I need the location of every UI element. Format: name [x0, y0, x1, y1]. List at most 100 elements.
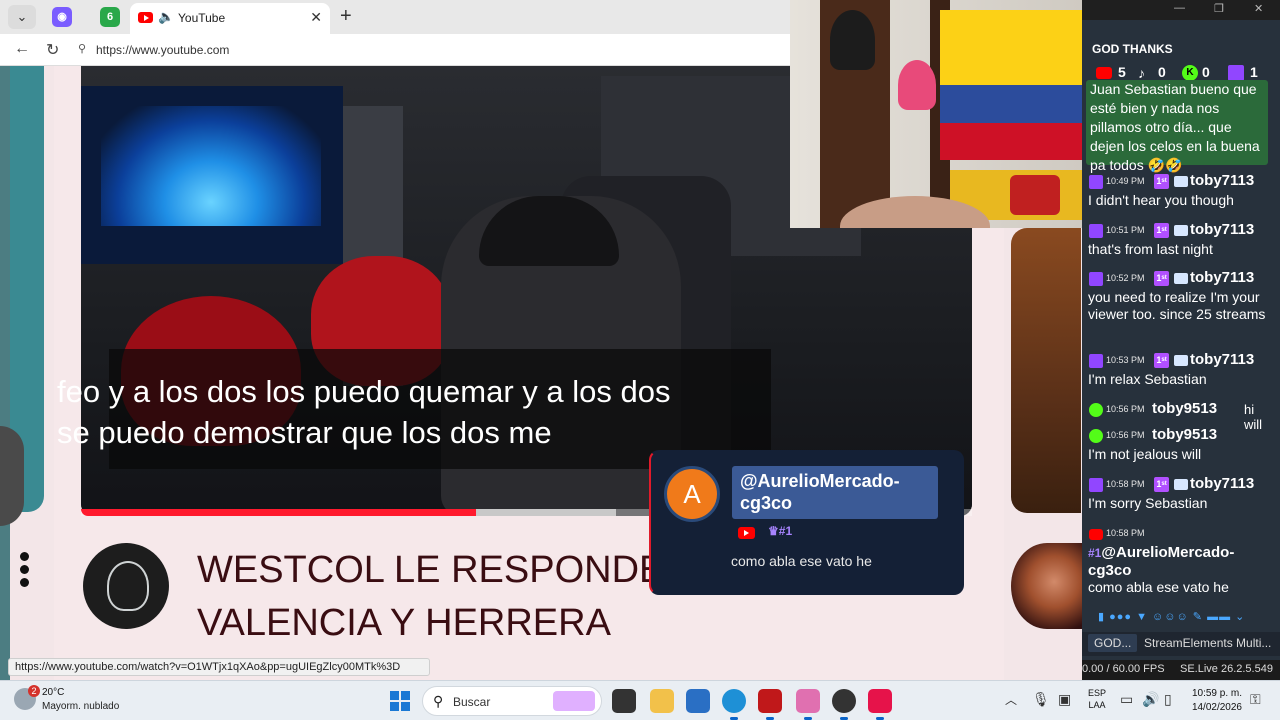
chat-username[interactable]: toby7113	[1190, 172, 1254, 189]
url-field[interactable]: ⚲ https://www.youtube.com	[72, 38, 792, 62]
reload-icon[interactable]: ↻	[46, 40, 59, 60]
chat-message-text: I'm not jealous will	[1088, 446, 1202, 462]
obs-status-bar: 0.00 / 60.00 FPS SE.Live 26.2.5.549	[1082, 660, 1280, 680]
chat-message-text: you need to realize I'm your viewer too.…	[1088, 289, 1266, 322]
capture-icon[interactable]: ▣	[1058, 691, 1071, 708]
new-tab-button[interactable]: +	[340, 5, 352, 28]
speaker-icon[interactable]: 🔈	[158, 9, 174, 25]
tab-pinned-camera[interactable]: ◉	[52, 7, 72, 27]
chat-message-header: 10:51 PM 1ˢᵗ toby7113	[1086, 221, 1268, 241]
member-badge: #1	[1088, 546, 1102, 560]
chat-username[interactable]: toby7113	[1190, 351, 1254, 368]
webcam-black-cap	[830, 10, 875, 70]
kick-count: 0	[1202, 64, 1210, 80]
youtube-icon	[1089, 529, 1103, 540]
previous-avatar[interactable]	[0, 426, 24, 526]
store-icon[interactable]	[686, 689, 710, 713]
maximize-icon[interactable]: ❐	[1214, 2, 1224, 15]
tray-overflow-icon[interactable]: ︿	[1005, 691, 1017, 708]
progress-played[interactable]	[81, 509, 476, 516]
tab-title: YouTube	[178, 11, 226, 25]
battery-icon[interactable]: ▯	[1164, 691, 1172, 708]
edge-icon[interactable]	[722, 689, 746, 720]
brave-icon[interactable]	[758, 689, 782, 720]
chat-header: GOD THANKS	[1092, 42, 1173, 56]
tiktok-live-icon[interactable]	[868, 689, 892, 720]
chat-message-header: 10:52 PM 1ˢᵗ toby7113	[1086, 269, 1268, 289]
crown-badge-icon	[1174, 176, 1188, 187]
chat-message-text: I didn't hear you though	[1088, 192, 1234, 208]
video-fire	[101, 106, 321, 226]
site-info-icon[interactable]: ⚲	[78, 42, 86, 55]
search-placeholder: Buscar	[453, 695, 491, 709]
chat-timestamp: 10:56 PM	[1106, 404, 1145, 414]
chat-timestamp: 10:58 PM	[1106, 479, 1145, 489]
app-icon[interactable]	[796, 689, 820, 720]
chat-message-header: 10:58 PM	[1086, 524, 1268, 544]
next-video-thumbnail[interactable]	[1011, 228, 1081, 513]
language-indicator[interactable]: ESP LAA	[1088, 687, 1106, 711]
chat-username[interactable]: toby7113	[1190, 269, 1254, 286]
weather-badge: 2	[28, 685, 40, 697]
close-icon[interactable]: ✕	[1254, 2, 1263, 15]
search-icon: ⚲	[433, 693, 444, 709]
task-view-icon[interactable]	[612, 689, 636, 713]
tab-pinned-6[interactable]: 6	[100, 7, 120, 27]
channel-avatar[interactable]	[83, 543, 169, 629]
chat-username[interactable]: toby9513	[1152, 400, 1217, 417]
crown-badge-icon	[1174, 225, 1188, 236]
microphone-icon[interactable]: 🎙	[1032, 691, 1050, 708]
file-explorer-icon[interactable]	[650, 689, 674, 713]
highlighted-message-text: Juan Sebastian bueno que esté bien y nad…	[1090, 81, 1260, 173]
clock[interactable]: 10:59 p. m. 14/02/2026	[1186, 687, 1242, 715]
close-icon[interactable]: ✕	[310, 9, 322, 26]
first-badge-icon: 1ˢᵗ	[1154, 353, 1169, 368]
network-icon[interactable]: ▭	[1120, 691, 1133, 708]
chat-timestamp: 10:52 PM	[1106, 273, 1145, 283]
emote-toolbar[interactable]: ▮ ●●● ▼ ☺☺☺ ✎ ▬▬ ⌄	[1098, 610, 1268, 626]
twitch-icon	[1089, 272, 1103, 286]
version-label: SE.Live 26.2.5.549	[1180, 663, 1273, 675]
youtube-icon	[1096, 67, 1112, 79]
fps-readout: 0.00 / 60.00 FPS	[1082, 663, 1165, 675]
dock-tab-streamelements[interactable]: StreamElements Multi...	[1144, 636, 1271, 650]
dock-tab-god[interactable]: GOD...	[1088, 634, 1138, 652]
notifications-icon[interactable]: ⚿	[1250, 691, 1266, 707]
chat-message: 10:51 PM 1ˢᵗ toby7113 that's from last nigh…	[1086, 221, 1268, 258]
weather-description: Mayorm. nublado	[42, 701, 120, 712]
alert-avatar: A	[664, 466, 720, 522]
tab-list-dropdown[interactable]: ⌄	[8, 5, 36, 29]
twitch-icon	[1089, 175, 1103, 189]
first-badge-icon: 1ˢᵗ	[1154, 223, 1169, 238]
video-caption: feo y a los dos los puedo quemar y a los…	[57, 374, 671, 450]
alert-message: como abla ese vato he	[731, 553, 872, 569]
tiktok-count: 0	[1158, 64, 1166, 80]
volume-icon[interactable]: 🔊	[1142, 691, 1159, 708]
chat-timestamp: 10:51 PM	[1106, 225, 1145, 235]
chat-username[interactable]: toby7113	[1190, 221, 1254, 238]
more-options-icon[interactable]	[20, 552, 32, 591]
tiktok-icon: ♪	[1138, 65, 1145, 81]
start-icon[interactable]	[390, 691, 410, 711]
chat-username[interactable]: toby9513	[1152, 426, 1217, 443]
chat-username[interactable]: toby7113	[1190, 475, 1254, 492]
webcam-overlay	[790, 0, 1082, 228]
chat-message-text: that's from last night	[1088, 241, 1213, 257]
left-edge-strip	[0, 66, 10, 680]
first-badge-icon: 1ˢᵗ	[1154, 477, 1169, 492]
tab-youtube[interactable]: 🔈 YouTube ✕	[130, 3, 330, 34]
obs-icon[interactable]	[832, 689, 856, 720]
chat-message-header: 10:58 PM 1ˢᵗ toby7113	[1086, 475, 1268, 495]
next-channel-avatar[interactable]	[1011, 543, 1082, 629]
youtube-count: 5	[1118, 64, 1126, 80]
kick-icon: K	[1182, 65, 1198, 81]
taskbar-search[interactable]: ⚲ Buscar	[422, 686, 602, 716]
kick-icon	[1089, 429, 1103, 443]
chat-timestamp: 10:58 PM	[1106, 528, 1145, 538]
minimize-icon[interactable]: —	[1174, 2, 1185, 14]
back-icon[interactable]: ←	[14, 40, 30, 58]
chat-username[interactable]: @AurelioMercado-cg3co	[1088, 544, 1234, 579]
chat-timestamp: 10:56 PM	[1106, 430, 1145, 440]
chat-message-text: I'm sorry Sebastian	[1088, 495, 1208, 511]
chat-message: 10:53 PM 1ˢᵗ toby7113 I'm relax Sebastian	[1086, 351, 1268, 388]
